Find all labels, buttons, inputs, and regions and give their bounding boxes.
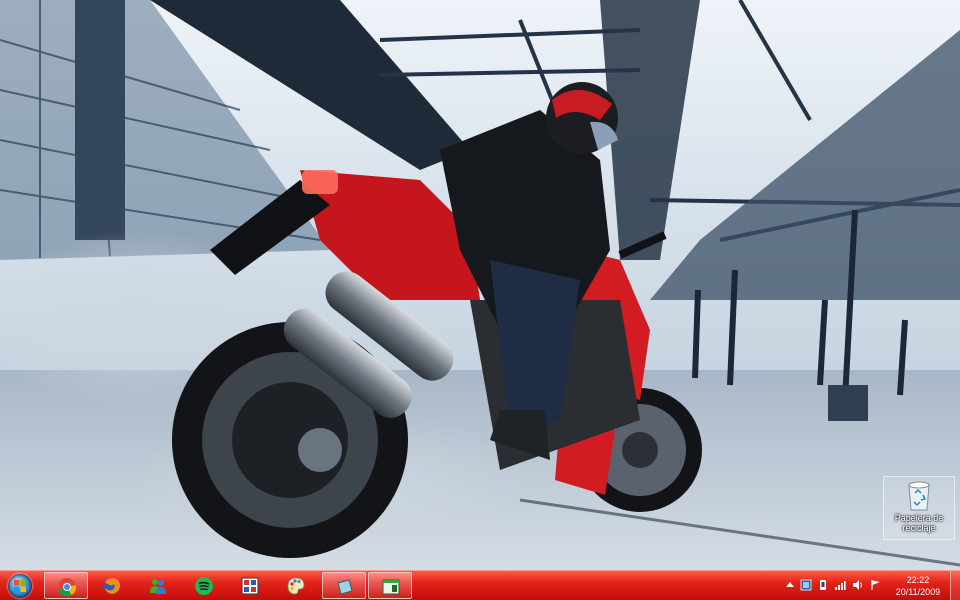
recycle-bin-label: Papelera de reciclaje xyxy=(894,513,944,533)
start-button[interactable] xyxy=(3,572,37,600)
spotify-icon xyxy=(195,577,213,595)
paint-icon xyxy=(287,577,305,595)
taskbar-button-chrome[interactable] xyxy=(44,572,88,599)
media-app-icon xyxy=(241,577,259,595)
recycle-bin-icon xyxy=(908,481,930,511)
desktop[interactable]: Papelera de reciclaje xyxy=(0,0,960,570)
clock-date: 20/11/2009 xyxy=(895,587,941,597)
action-center-flag-icon[interactable] xyxy=(870,579,882,591)
taskbar-button-window-2[interactable] xyxy=(368,572,412,599)
taskbar-button-messenger[interactable] xyxy=(136,572,180,599)
recycle-bin-shortcut[interactable]: Papelera de reciclaje xyxy=(883,476,955,540)
taskbar-button-firefox[interactable] xyxy=(90,572,134,599)
firefox-icon xyxy=(104,578,120,594)
signal-icon[interactable] xyxy=(834,579,846,591)
show-desktop-button[interactable] xyxy=(950,571,960,600)
taskbar-button-media[interactable] xyxy=(228,572,272,599)
chrome-icon xyxy=(58,578,77,597)
taskbar-button-window-1[interactable] xyxy=(322,572,366,599)
window-app-2-icon xyxy=(382,579,400,595)
clock-time: 22:22 xyxy=(906,575,930,585)
system-clock[interactable]: 22:22 20/11/2009 xyxy=(888,574,948,598)
network-app-icon[interactable] xyxy=(800,579,812,591)
taskbar-button-paint[interactable] xyxy=(274,572,318,599)
windows-start-orb-icon xyxy=(8,574,32,598)
volume-icon[interactable] xyxy=(852,579,864,591)
taskbar-button-spotify[interactable] xyxy=(182,572,226,599)
show-hidden-icons-icon[interactable] xyxy=(784,579,796,591)
wallpaper xyxy=(0,0,960,570)
taskbar: 22:22 20/11/2009 xyxy=(0,570,960,600)
messenger-icon xyxy=(150,579,166,594)
device-icon[interactable] xyxy=(817,579,829,591)
window-app-1-icon xyxy=(337,579,353,595)
